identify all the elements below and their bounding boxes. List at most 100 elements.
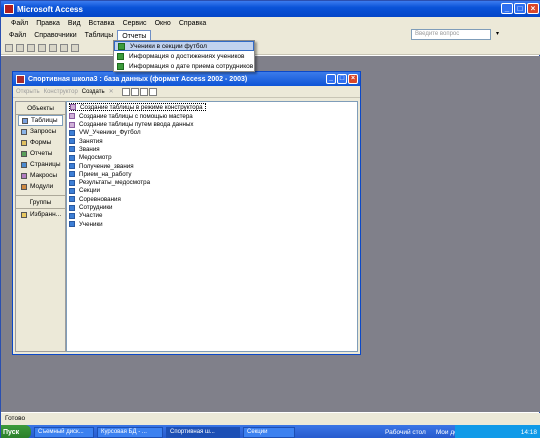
task-sport-school[interactable]: Спортивная ш... [166, 426, 240, 438]
report-icon [117, 62, 124, 70]
list-item[interactable]: Звания [69, 145, 355, 153]
wizard-icon [69, 113, 75, 120]
table-icon [69, 138, 75, 145]
list-item[interactable]: Ученики [69, 220, 355, 228]
table-icon [69, 171, 75, 178]
list-item[interactable]: Прием_на_работу [69, 170, 355, 178]
page-icon [21, 161, 27, 168]
objects-header: Объекты [16, 102, 65, 115]
save-icon[interactable] [27, 43, 35, 52]
minimize-button[interactable]: _ [501, 3, 513, 14]
menu-file[interactable]: Файл [7, 20, 32, 27]
large-icons-view-icon[interactable] [121, 87, 130, 96]
start-button[interactable]: Пуск [1, 425, 31, 438]
list-item[interactable]: Соревнования [69, 195, 355, 203]
spell-icon[interactable] [71, 43, 79, 52]
create-button[interactable]: Создать [82, 89, 105, 95]
db-maximize-button[interactable]: □ [337, 74, 347, 84]
list-item[interactable]: Медосмотр [69, 154, 355, 162]
menu-edit[interactable]: Правка [32, 20, 64, 27]
access-window: Microsoft Access _ □ × Файл Правка Вид В… [0, 0, 540, 438]
task-removable-disk[interactable]: Съемный диск... [34, 426, 94, 438]
database-title: Спортивная школа3 : база данных (формат … [28, 75, 248, 83]
sidebar-item-pages[interactable]: Страницы [18, 159, 63, 170]
print-icon[interactable] [49, 43, 57, 52]
table-icon [69, 221, 75, 228]
design-button[interactable]: Конструктор [44, 89, 78, 95]
main-menubar: Файл Правка Вид Вставка Сервис Окно Спра… [1, 17, 540, 29]
db-close-button[interactable]: × [348, 74, 358, 84]
sidebar-item-modules[interactable]: Модули [18, 181, 63, 192]
details-view-icon[interactable] [148, 87, 157, 96]
quick-links: Рабочий стол Мои до [385, 425, 458, 438]
list-view-icon[interactable] [139, 87, 148, 96]
taskbar: Пуск Съемный диск... Курсовая БД - ... С… [1, 425, 540, 438]
table-icon [69, 163, 75, 170]
open-icon[interactable] [16, 43, 24, 52]
folder-icon [21, 211, 27, 218]
table-icon [69, 179, 75, 186]
list-item[interactable]: Секции [69, 187, 355, 195]
status-bar: Готово [1, 413, 540, 425]
menu-tools[interactable]: Сервис [119, 20, 151, 27]
objects-sidebar: Объекты Таблицы Запросы Формы Отчеты Стр… [15, 101, 66, 352]
task-sections[interactable]: Секции [243, 426, 295, 438]
database-icon [16, 74, 25, 84]
ask-dropdown-icon[interactable]: ▾ [496, 29, 499, 40]
menu2-file[interactable]: Файл [5, 30, 30, 41]
list-item[interactable]: Создание таблицы в режиме конструктора [69, 103, 206, 112]
sidebar-item-favorites[interactable]: Избранн... [18, 209, 63, 220]
list-item[interactable]: Результаты_медосмотра [69, 179, 355, 187]
table-icon [69, 187, 75, 194]
macro-icon [21, 172, 27, 179]
system-tray: 14:18 [455, 425, 540, 438]
menu-help[interactable]: Справка [175, 20, 210, 27]
close-button[interactable]: × [527, 3, 539, 14]
menu2-references[interactable]: Справочники [30, 30, 80, 41]
list-item[interactable]: Получение_звания [69, 162, 355, 170]
list-item[interactable]: Занятия [69, 137, 355, 145]
table-icon [69, 196, 75, 203]
db-minimize-button[interactable]: _ [326, 74, 336, 84]
search-icon[interactable] [38, 43, 46, 52]
data-entry-icon [69, 121, 75, 128]
dropdown-item-achievements[interactable]: Информация о достижениях учеников [114, 51, 254, 61]
reports-dropdown: Ученики в секции футбол Информация о дос… [113, 40, 255, 72]
database-titlebar[interactable]: Спортивная школа3 : база данных (формат … [13, 72, 360, 86]
maximize-button[interactable]: □ [514, 3, 526, 14]
open-button[interactable]: Открыть [16, 89, 40, 95]
sidebar-item-forms[interactable]: Формы [18, 137, 63, 148]
report-icon [118, 42, 125, 50]
task-coursework[interactable]: Курсовая БД - ... [97, 426, 163, 438]
list-item[interactable]: VW_Ученики_Футбол [69, 129, 355, 137]
sidebar-item-reports[interactable]: Отчеты [18, 148, 63, 159]
list-item[interactable]: Создание таблицы с помощью мастера [69, 112, 355, 120]
list-item[interactable]: Участие [69, 212, 355, 220]
preview-icon[interactable] [60, 43, 68, 52]
new-icon[interactable] [5, 43, 13, 52]
small-icons-view-icon[interactable] [130, 87, 139, 96]
menu-view[interactable]: Вид [64, 20, 85, 27]
clock: 14:18 [520, 428, 537, 436]
ask-question-input[interactable]: Введите вопрос [411, 29, 491, 40]
table-icon [69, 212, 75, 219]
menu2-tables[interactable]: Таблицы [81, 30, 118, 41]
list-item[interactable]: Сотрудники [69, 203, 355, 211]
menu-window[interactable]: Окно [151, 20, 175, 27]
delete-icon[interactable]: ✕ [109, 88, 114, 95]
dropdown-item-football[interactable]: Ученики в секции футбол [114, 41, 254, 51]
table-icon [69, 204, 75, 211]
menu2-reports[interactable]: Отчеты [117, 29, 152, 41]
objects-list: Создание таблицы в режиме конструктора С… [66, 101, 358, 352]
sidebar-item-queries[interactable]: Запросы [18, 126, 63, 137]
sidebar-item-macros[interactable]: Макросы [18, 170, 63, 181]
list-item[interactable]: Создание таблицы путем ввода данных [69, 120, 355, 128]
desktop-link[interactable]: Рабочий стол [385, 429, 426, 436]
table-icon [69, 146, 75, 153]
form-icon [21, 139, 27, 146]
app-title: Microsoft Access [17, 4, 83, 14]
menu-insert[interactable]: Вставка [85, 20, 119, 27]
sidebar-item-tables[interactable]: Таблицы [18, 115, 63, 126]
dropdown-item-hire-date[interactable]: Информация о дате приема сотрудников [114, 61, 254, 71]
groups-header: Группы [16, 195, 65, 209]
